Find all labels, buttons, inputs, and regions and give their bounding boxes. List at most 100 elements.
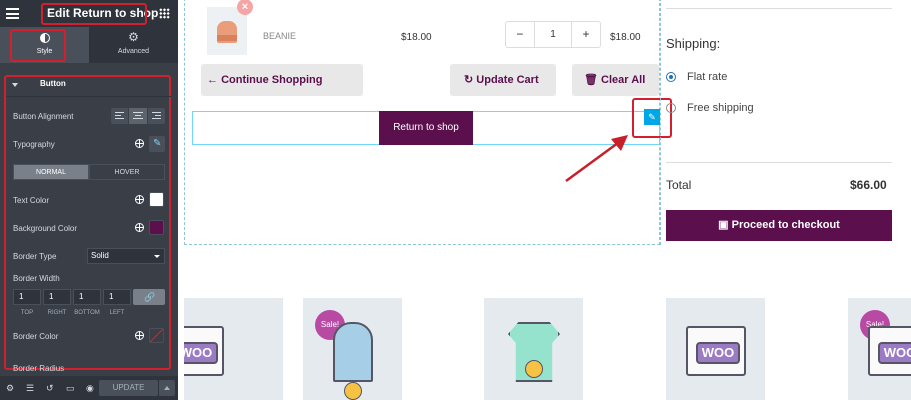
- background-color-swatch[interactable]: [149, 220, 164, 235]
- product-card[interactable]: WOO: [666, 298, 765, 400]
- typography-edit-button[interactable]: ✎: [149, 136, 165, 152]
- product-card[interactable]: Sale!: [303, 298, 402, 400]
- border-width-right-input[interactable]: 1: [43, 289, 71, 305]
- link-icon: 🔗: [144, 292, 156, 302]
- section-title: Button: [40, 79, 66, 88]
- update-options-caret-icon[interactable]: [158, 380, 175, 396]
- remove-item-button[interactable]: ×: [237, 0, 253, 15]
- layers-icon[interactable]: ☰: [26, 381, 34, 395]
- refresh-icon: ↻: [464, 74, 477, 86]
- text-color-label: Text Color: [13, 196, 50, 205]
- product-price: $18.00: [401, 32, 432, 43]
- global-globe-icon[interactable]: [135, 331, 144, 340]
- radio-flat-rate[interactable]: [666, 72, 676, 82]
- clear-all-button[interactable]: 🗑 Clear All: [572, 64, 659, 96]
- panel-header: Edit Return to shop: [0, 0, 178, 27]
- trash-icon: 🗑: [584, 74, 602, 86]
- continue-shopping-button[interactable]: ← Continue Shopping: [201, 64, 363, 96]
- hamburger-menu-icon[interactable]: [6, 8, 19, 19]
- border-color-swatch[interactable]: [149, 328, 164, 343]
- section-divider: [6, 96, 171, 97]
- update-cart-button[interactable]: ↻ Update Cart: [450, 64, 556, 96]
- product-name[interactable]: BEANIE: [263, 31, 296, 41]
- clear-all-label: Clear All: [601, 74, 646, 86]
- border-width-top-input[interactable]: 1: [13, 289, 41, 305]
- hat-image: [333, 322, 373, 382]
- continue-shopping-label: Continue Shopping: [221, 74, 323, 86]
- background-color-label: Background Color: [13, 224, 78, 233]
- dim-label-right: RIGHT: [47, 310, 67, 316]
- global-globe-icon[interactable]: [135, 195, 144, 204]
- button-alignment-label: Button Alignment: [13, 112, 74, 121]
- state-tabs: NORMAL HOVER: [13, 164, 165, 180]
- page-preview: × BEANIE $18.00 − 1 + $18.00 ← Continue …: [178, 0, 911, 400]
- total-label: Total: [666, 178, 692, 192]
- history-icon[interactable]: ↺: [46, 381, 54, 395]
- responsive-icon[interactable]: ▭: [66, 381, 75, 395]
- align-right-button[interactable]: [147, 108, 165, 124]
- style-tab-highlight-box: [10, 29, 66, 62]
- proceed-to-checkout-button[interactable]: ▣ Proceed to checkout: [666, 210, 892, 241]
- align-center-button[interactable]: [129, 108, 148, 124]
- woo-sign-image: WOO: [686, 326, 746, 376]
- elementor-panel: Edit Return to shop Style ⚙ Advanced But…: [0, 0, 178, 400]
- checkout-label: Proceed to checkout: [731, 219, 840, 231]
- quantity-stepper: − 1 +: [505, 21, 601, 48]
- dim-label-bottom: BOTTOM: [74, 310, 100, 316]
- dim-label-left: LEFT: [109, 310, 125, 316]
- border-type-select[interactable]: Solid: [87, 248, 165, 264]
- totals-divider: [666, 162, 892, 163]
- shipping-title: Shipping:: [666, 36, 721, 51]
- tab-hover[interactable]: HOVER: [89, 164, 165, 180]
- total-value: $66.00: [850, 178, 887, 192]
- gear-icon: ⚙: [128, 30, 139, 44]
- global-globe-icon[interactable]: [135, 223, 144, 232]
- qty-decrement-button[interactable]: −: [506, 22, 534, 47]
- typography-label: Typography: [13, 140, 55, 149]
- arrow-left-icon: ←: [207, 74, 222, 86]
- product-card[interactable]: [484, 298, 583, 400]
- text-color-swatch[interactable]: [149, 192, 164, 207]
- return-to-shop-button[interactable]: Return to shop: [379, 111, 473, 145]
- woo-logo: WOO: [696, 342, 740, 364]
- section-header-button[interactable]: Button: [8, 79, 170, 93]
- align-left-button[interactable]: [111, 108, 130, 124]
- cart-icon: ▣: [718, 219, 732, 231]
- qty-increment-button[interactable]: +: [572, 22, 600, 47]
- product-subtotal: $18.00: [610, 32, 641, 43]
- alignment-button-group: [111, 108, 165, 124]
- link-values-button[interactable]: 🔗: [133, 289, 165, 305]
- update-button[interactable]: UPDATE: [99, 380, 158, 396]
- tab-advanced[interactable]: ⚙ Advanced: [89, 27, 178, 63]
- border-width-bottom-input[interactable]: 1: [73, 289, 101, 305]
- widgets-grid-icon[interactable]: [159, 8, 170, 19]
- settings-gear-icon[interactable]: ⚙: [6, 381, 14, 395]
- border-width-left-input[interactable]: 1: [103, 289, 131, 305]
- woo-sign-image: WOO: [868, 326, 911, 376]
- woo-logo: WOO: [184, 342, 218, 364]
- qty-input[interactable]: 1: [533, 22, 573, 47]
- border-type-label: Border Type: [13, 252, 57, 261]
- product-card[interactable]: Sale! WOO: [848, 298, 911, 400]
- beanie-icon: [217, 21, 237, 43]
- update-cart-label: Update Cart: [476, 74, 539, 86]
- tab-advanced-label: Advanced: [117, 48, 150, 55]
- cart-content-area: × BEANIE $18.00 − 1 + $18.00 ← Continue …: [184, 0, 672, 245]
- border-color-label: Border Color: [13, 332, 59, 341]
- panel-footer: ⚙ ☰ ↺ ▭ ◉ UPDATE: [0, 376, 178, 400]
- radio-free-shipping[interactable]: [666, 103, 676, 113]
- shipping-option-flat-rate[interactable]: Flat rate: [687, 71, 727, 83]
- smiley-icon: [525, 360, 543, 378]
- totals-divider: [666, 8, 892, 9]
- shipping-option-free[interactable]: Free shipping: [687, 102, 754, 114]
- preview-eye-icon[interactable]: ◉: [86, 381, 94, 395]
- product-card[interactable]: WOO: [184, 298, 283, 400]
- border-width-label: Border Width: [13, 274, 60, 283]
- smiley-icon: [344, 382, 362, 400]
- caret-down-icon: [12, 83, 18, 87]
- tab-normal[interactable]: NORMAL: [13, 164, 89, 180]
- dim-label-top: TOP: [20, 310, 34, 316]
- global-globe-icon[interactable]: [135, 139, 144, 148]
- border-radius-label: Border Radius: [13, 364, 65, 373]
- title-highlight-box: [41, 3, 147, 25]
